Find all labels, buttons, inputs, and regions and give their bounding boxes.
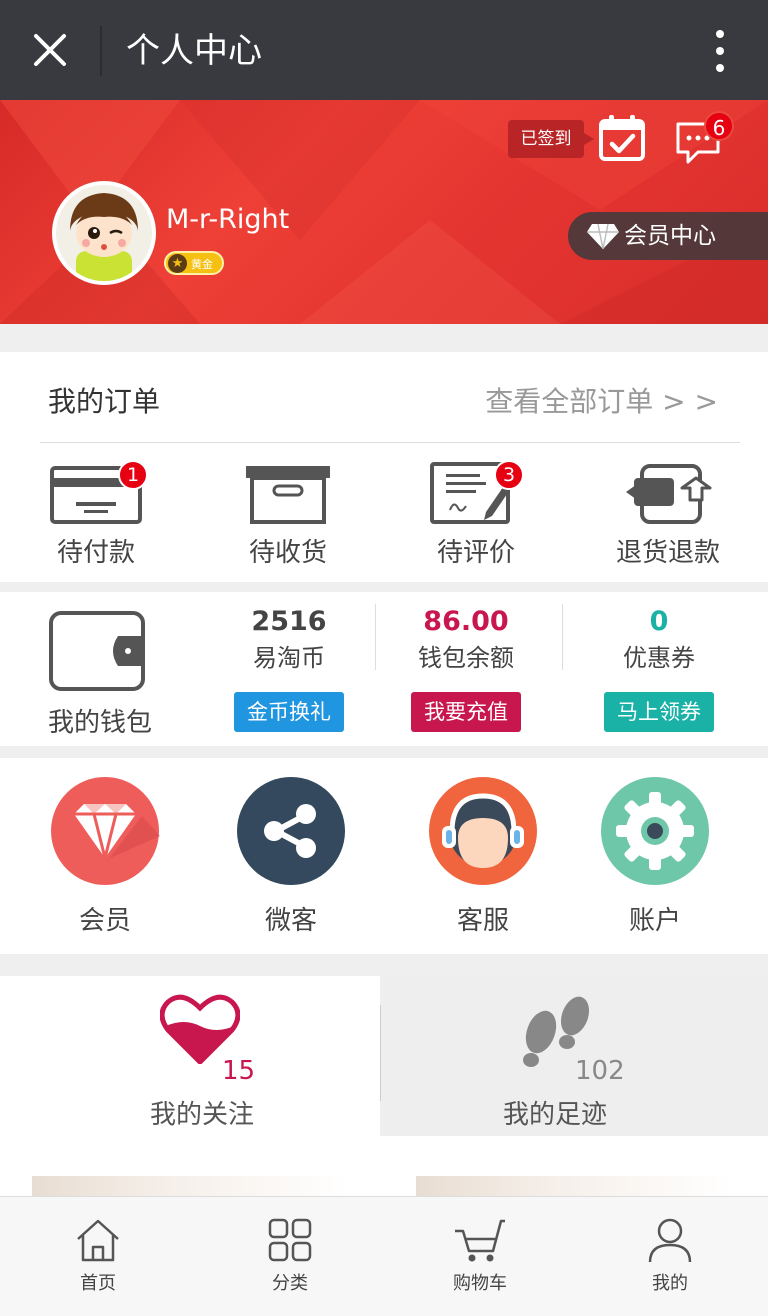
- title-separator: [100, 26, 102, 76]
- orders-section: 我的订单 查看全部订单 > > 待付款 1 待收货 待评价 3 退货退款: [0, 352, 768, 582]
- customer-service-icon: [429, 777, 537, 885]
- service-wike[interactable]: 微客: [216, 776, 366, 937]
- coin-value: 2516: [251, 606, 327, 637]
- wallet-label: 我的钱包: [48, 708, 153, 738]
- return-refund-icon: [626, 464, 712, 524]
- share-icon: [237, 777, 345, 885]
- order-label: 待付款: [56, 538, 135, 568]
- exchange-gift-button[interactable]: 金币换礼: [234, 692, 344, 732]
- signed-in-label: 已签到: [508, 120, 594, 158]
- balance-value: 86.00: [423, 606, 509, 637]
- message-count-badge: 6: [704, 111, 734, 141]
- settings-gear-icon: [601, 777, 709, 885]
- username: M-r-Right: [166, 204, 290, 235]
- order-pending-payment[interactable]: 待付款: [16, 460, 176, 580]
- coupon-stat: 0 优惠券 马上领券: [574, 602, 744, 732]
- nav-label: 分类: [272, 1273, 308, 1294]
- coupon-label: 优惠券: [623, 644, 695, 672]
- footprint-count: 102: [575, 1056, 625, 1086]
- service-account[interactable]: 账户: [580, 776, 730, 937]
- recharge-button[interactable]: 我要充值: [411, 692, 521, 732]
- product-image[interactable]: [32, 1176, 350, 1196]
- product-list: [0, 1136, 768, 1196]
- view-all-orders-link[interactable]: 查看全部订单 > >: [485, 380, 718, 420]
- footprint-label: 我的足迹: [503, 1100, 608, 1130]
- services-section: 会员 微客 客服 账户: [0, 758, 768, 954]
- nav-mine[interactable]: 我的: [610, 1217, 730, 1295]
- package-box-icon: [246, 466, 330, 524]
- nav-cart[interactable]: 购物车: [420, 1217, 540, 1295]
- nav-label: 购物车: [453, 1273, 507, 1294]
- order-pending-review[interactable]: 待评价: [396, 460, 556, 580]
- balance-stat: 86.00 钱包余额 我要充值: [381, 602, 551, 732]
- nav-label: 首页: [80, 1273, 116, 1294]
- product-image[interactable]: [416, 1176, 734, 1196]
- order-return-refund[interactable]: 退货退款: [588, 460, 748, 580]
- order-label: 待评价: [436, 538, 515, 568]
- follow-count: 15: [222, 1056, 256, 1086]
- coupon-value: 0: [649, 606, 669, 637]
- wallet-section: 我的钱包 2516 易淘币 金币换礼 86.00 钱包余额 我要充值 0 优惠券…: [0, 592, 768, 746]
- calendar-check-icon[interactable]: [598, 114, 646, 162]
- home-icon: [77, 1219, 119, 1262]
- nav-label: 我的: [652, 1273, 688, 1294]
- balance-label: 钱包余额: [418, 644, 514, 672]
- more-vertical-icon[interactable]: [708, 28, 732, 74]
- order-badge: 1: [118, 460, 148, 490]
- order-badge: 3: [494, 460, 524, 490]
- cart-icon: [455, 1219, 505, 1262]
- star-icon: ★: [168, 254, 187, 273]
- level-badge: ★ 黄金: [164, 251, 224, 275]
- divider: [375, 604, 376, 670]
- title-bar: 个人中心: [0, 0, 768, 100]
- service-label: 账户: [628, 906, 681, 936]
- order-label: 退货退款: [615, 538, 720, 568]
- coin-stat: 2516 易淘币 金币换礼: [204, 602, 374, 732]
- heart-icon: [160, 994, 240, 1064]
- member-center-label: 会员中心: [624, 223, 716, 249]
- level-label: 黄金: [191, 258, 213, 271]
- category-grid-icon: [268, 1218, 312, 1262]
- my-follow-tab[interactable]: 15 我的关注: [0, 976, 380, 1136]
- close-icon[interactable]: [30, 30, 70, 70]
- order-label: 待收货: [248, 538, 327, 568]
- diamond-icon: [587, 223, 619, 250]
- wallet-icon[interactable]: [48, 610, 146, 692]
- nav-home[interactable]: 首页: [38, 1217, 158, 1295]
- service-label: 微客: [264, 906, 317, 936]
- service-label: 会员: [78, 906, 131, 936]
- get-coupon-button[interactable]: 马上领券: [604, 692, 714, 732]
- follow-label: 我的关注: [150, 1100, 255, 1130]
- my-footprint-tab[interactable]: 102 我的足迹: [381, 976, 768, 1136]
- bottom-nav: 首页 分类 购物车 我的: [0, 1196, 768, 1316]
- divider: [562, 604, 563, 670]
- user-icon: [648, 1218, 692, 1263]
- divider: [40, 442, 740, 443]
- service-member[interactable]: 会员: [30, 776, 180, 937]
- nav-category[interactable]: 分类: [230, 1217, 350, 1295]
- page-title: 个人中心: [126, 31, 262, 71]
- coin-label: 易淘币: [253, 644, 325, 672]
- service-label: 客服: [456, 906, 509, 936]
- diamond-icon: [51, 777, 160, 885]
- service-customer[interactable]: 客服: [408, 776, 558, 937]
- orders-title: 我的订单: [48, 385, 161, 418]
- avatar[interactable]: [52, 181, 156, 285]
- avatar-image: [56, 185, 152, 281]
- order-pending-receipt[interactable]: 待收货: [208, 460, 368, 580]
